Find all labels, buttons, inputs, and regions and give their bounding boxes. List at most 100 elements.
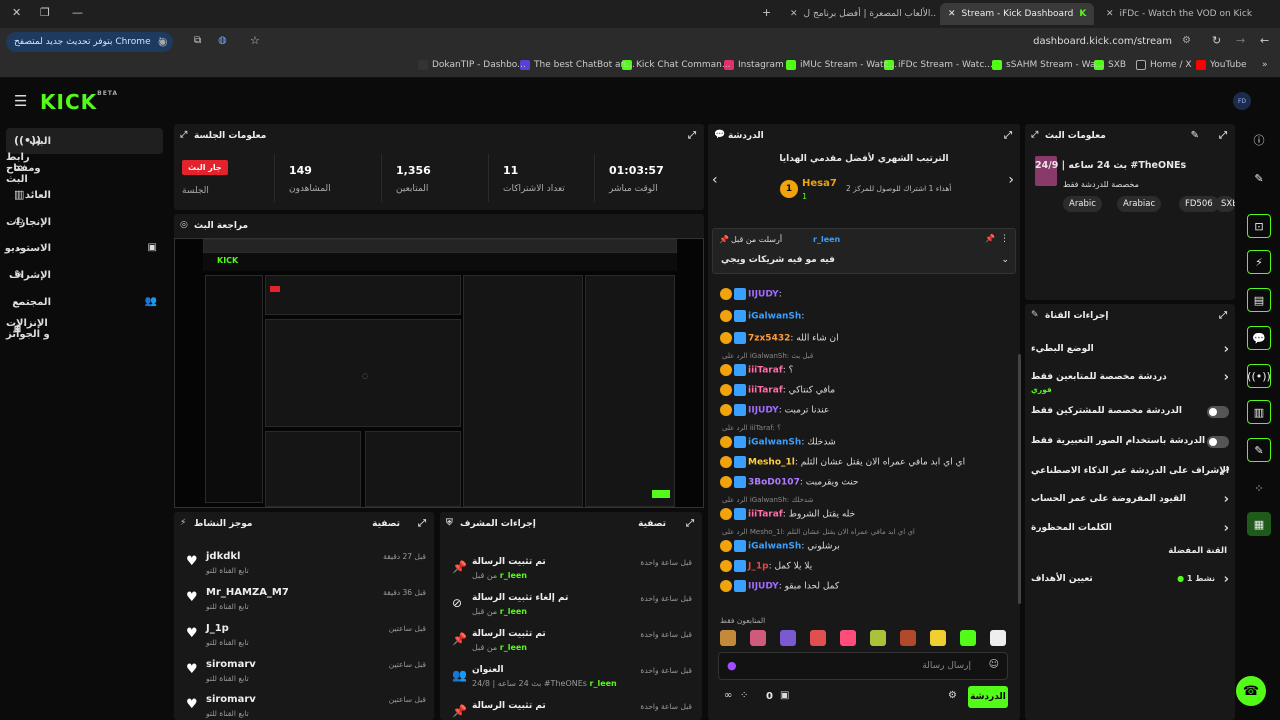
minimize-window-icon[interactable]: — xyxy=(72,6,83,19)
support-chat-icon[interactable]: ☎ xyxy=(1236,676,1266,706)
more-bookmarks-icon[interactable]: » xyxy=(1262,60,1268,70)
pinned-user[interactable]: r_leen xyxy=(813,235,840,244)
sidebar-item-stream[interactable]: ((•)) البث xyxy=(6,128,163,154)
mic-icon[interactable]: ● xyxy=(727,659,737,672)
chat-username[interactable]: iGalwanSh xyxy=(748,312,801,322)
network-icon[interactable]: ⁘ xyxy=(1247,476,1271,500)
bookmark-instagram[interactable]: Instagram xyxy=(724,60,784,70)
chat-scrollbar[interactable] xyxy=(1018,354,1021,604)
live-icon[interactable]: ((•)) xyxy=(1247,364,1271,388)
follower-name[interactable]: J_1p xyxy=(206,623,229,634)
reply-context[interactable]: الرد على iiiTaraf: ؟ xyxy=(722,424,781,432)
emote-icon[interactable] xyxy=(780,630,796,646)
chat-username[interactable]: iiiTaraf xyxy=(748,366,783,376)
emote-icon[interactable] xyxy=(900,630,916,646)
follower-name[interactable]: jdkdkl xyxy=(206,551,240,562)
chat-username[interactable]: iGalwanSh xyxy=(748,542,801,552)
sidebar-item-studio[interactable]: ⌄ الاستوديو ▣ xyxy=(5,235,163,261)
setting-ai-moderation[interactable]: الإشراف على الدردشة عبر الذكاء الاصطناعي… xyxy=(1031,460,1229,486)
bookmark-star-icon[interactable]: ☆ xyxy=(250,34,260,47)
close-tab-icon[interactable]: ✕ xyxy=(790,9,798,19)
emote-icon[interactable] xyxy=(960,630,976,646)
popout-icon[interactable]: ⤢ xyxy=(688,130,696,141)
bookmark-kick-chat[interactable]: Kick Chat Comman... xyxy=(622,60,730,70)
chat-username[interactable]: iiiTaraf xyxy=(748,386,783,396)
gift-icon[interactable]: ▣ xyxy=(780,690,789,701)
stream-category[interactable]: مخصصة للدردشة فقط xyxy=(1063,180,1139,189)
new-tab-icon[interactable]: + xyxy=(762,6,771,19)
media-icon[interactable]: ◍ xyxy=(218,35,227,46)
emoji-icon[interactable]: ☺ xyxy=(989,659,999,670)
leader-name[interactable]: Hesa7 xyxy=(802,178,837,189)
emote-icon[interactable] xyxy=(750,630,766,646)
setting-account-age[interactable]: القيود المفروضة على عمر الحساب › xyxy=(1031,488,1229,514)
tag-arabic[interactable]: Arabic xyxy=(1063,196,1102,212)
popout-icon[interactable]: ⤢ xyxy=(1219,130,1227,141)
bookmark-x[interactable]: Home / X xyxy=(1136,60,1192,70)
mod-user[interactable]: r_leen xyxy=(500,571,527,580)
session-icon[interactable]: ⊡ xyxy=(1247,214,1271,238)
mod-user[interactable]: r_leen xyxy=(500,607,527,616)
bookmark-imuc[interactable]: iMUc Stream - Watc... xyxy=(786,60,897,70)
prev-arrow-icon[interactable]: ‹ xyxy=(712,172,718,188)
extensions-icon[interactable]: ⧉ xyxy=(194,35,201,46)
chat-username[interactable]: iiiTaraf xyxy=(748,510,783,520)
follower-name[interactable]: Mr_HAMZA_M7 xyxy=(206,587,289,598)
close-window-icon[interactable]: ✕ xyxy=(12,6,21,19)
tag-fd506[interactable]: FD506 xyxy=(1179,196,1219,212)
sidebar-item-drops[interactable]: ⧆ الإنزالات و الجوائز xyxy=(6,316,163,342)
chat-icon[interactable]: 💬 xyxy=(1247,326,1271,350)
bookmark-ifdc[interactable]: iFDc Stream - Watc... xyxy=(884,60,993,70)
tag-arabiac[interactable]: Arabiac xyxy=(1117,196,1162,212)
sidebar-item-stream-key[interactable]: ∞ رابط ومفتاح البث xyxy=(6,152,163,185)
edit-icon[interactable]: ✎ xyxy=(1247,166,1271,190)
sidebar-item-moderation[interactable]: ✎ الإشراف xyxy=(6,262,163,288)
close-tab-icon[interactable]: ✕ xyxy=(948,9,956,19)
setting-goals[interactable]: تعيين الأهداف ● نشط 1 › xyxy=(1031,568,1229,594)
profile-icon[interactable]: ◉ xyxy=(158,35,168,48)
reply-context[interactable]: الرد على iGalwanSh: قبل بث xyxy=(722,352,813,360)
edit-icon[interactable]: ✎ xyxy=(1191,130,1199,141)
stream-preview-video[interactable]: KICK ◌ xyxy=(174,238,704,508)
mod-user[interactable]: r_leen xyxy=(500,643,527,652)
follower-name[interactable]: siromarv xyxy=(206,659,256,670)
chat-username[interactable]: Mesho_1l xyxy=(748,458,795,468)
expand-icon[interactable]: ⤢ xyxy=(180,130,187,140)
popout-icon[interactable]: ⤢ xyxy=(1004,130,1012,141)
bookmark-dokantip[interactable]: DokanTIP - Dashbo... xyxy=(418,60,526,70)
emote-icon[interactable] xyxy=(990,630,1006,646)
reply-context[interactable]: الرد على iGalwanSh: شدخلك xyxy=(722,496,813,504)
setting-banned-words[interactable]: الكلمات المحظورة › xyxy=(1031,517,1229,543)
chat-username[interactable]: 3BoD0107 xyxy=(748,478,800,488)
sidebar-item-community[interactable]: ⌄ المجتمع 👥 xyxy=(6,289,163,315)
chrome-update-button[interactable]: بتوفر تحديث جديد لمتصفح Chrome ⋮ xyxy=(6,32,173,52)
maximize-window-icon[interactable]: ❐ xyxy=(40,6,50,19)
send-chat-button[interactable]: الدردشة xyxy=(968,686,1008,708)
chevron-down-icon[interactable]: ⌄ xyxy=(1001,255,1009,265)
infinity-icon[interactable]: ∞ xyxy=(724,690,732,701)
chat-input[interactable]: ● إرسال رسالة ☺ xyxy=(718,652,1008,680)
activity-icon[interactable]: ▥ xyxy=(1247,400,1271,424)
sidebar-item-revenue[interactable]: ▥ العائد xyxy=(6,182,163,208)
bolt-icon[interactable]: ⚡ xyxy=(1247,250,1271,274)
emote-icon[interactable] xyxy=(870,630,886,646)
back-icon[interactable]: ← xyxy=(1260,34,1269,47)
chat-username[interactable]: IIJUDY xyxy=(748,406,779,416)
tab-games[interactable]: ✕ الألعاب المصعرة | أفضل برنامج ل... ◆ xyxy=(782,3,936,25)
bookmark-chatbot[interactable]: The best ChatBot an... xyxy=(520,60,635,70)
sidebar-item-achievements[interactable]: ♔ الإنجازات xyxy=(6,209,163,235)
chat-username[interactable]: IIJUDY xyxy=(748,582,779,592)
forward-icon[interactable]: → xyxy=(1236,34,1245,47)
reload-icon[interactable]: ↻ xyxy=(1212,34,1221,47)
chat-username[interactable]: 7zx5432 xyxy=(748,334,790,344)
info-icon[interactable]: ⓘ xyxy=(1247,128,1271,152)
popout-icon[interactable]: ⤢ xyxy=(418,518,426,529)
subscribers-only-toggle[interactable] xyxy=(1207,406,1229,418)
kick-logo[interactable]: KICKBETA xyxy=(40,90,118,114)
site-settings-icon[interactable]: ⚙ xyxy=(1182,35,1191,46)
points-icon[interactable]: ⁘ xyxy=(740,690,748,701)
url-field[interactable]: dashboard.kick.com/stream xyxy=(1033,36,1172,47)
avatar[interactable]: FD xyxy=(1233,92,1251,110)
unpin-icon[interactable]: 📌 xyxy=(985,234,995,243)
bookmark-youtube[interactable]: YouTube xyxy=(1196,60,1247,70)
